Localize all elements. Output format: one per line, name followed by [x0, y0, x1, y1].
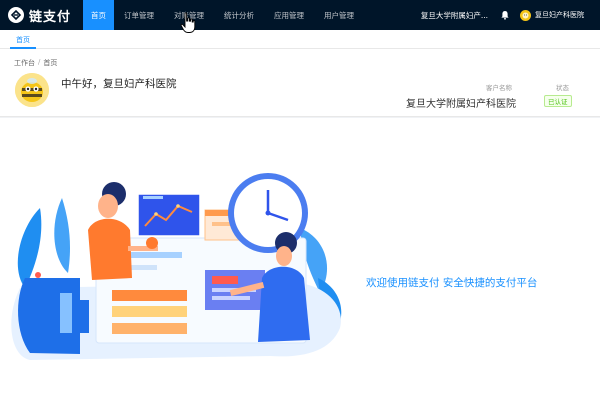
- logo[interactable]: 链支付: [0, 6, 80, 25]
- main-content: 欢迎使用链支付 安全快捷的支付平台: [0, 118, 600, 403]
- welcome-illustration: [11, 173, 342, 360]
- nav-right: 复旦大学附属妇产... 复旦妇产科医院: [421, 0, 600, 30]
- avatar: [15, 73, 49, 107]
- customer-name-label: 客户名称: [486, 84, 512, 92]
- breadcrumb-current: 首页: [43, 59, 58, 67]
- menu-item-users[interactable]: 用户管理: [314, 0, 364, 30]
- menu-item-statistics[interactable]: 统计分析: [214, 0, 264, 30]
- welcome-text: 欢迎使用链支付 安全快捷的支付平台: [366, 277, 538, 289]
- status-badge: 已认证: [544, 95, 572, 107]
- logo-icon: [8, 7, 24, 23]
- greeting: 中午好，复旦妇产科医院: [61, 78, 177, 90]
- tab-home[interactable]: 首页: [10, 33, 36, 49]
- tab-bar: 首页: [0, 30, 600, 49]
- menu-item-home[interactable]: 首页: [83, 0, 114, 30]
- page-header: 工作台 / 首页 中午好，复旦妇产科医院 客户名称 复旦大学附属妇产科医院 状态…: [0, 49, 600, 117]
- menu-item-apps[interactable]: 应用管理: [264, 0, 314, 30]
- org-switcher[interactable]: 复旦大学附属妇产...: [421, 10, 488, 21]
- logo-text: 链支付: [29, 9, 72, 25]
- user-name[interactable]: 复旦妇产科医院: [535, 10, 584, 20]
- breadcrumb-root[interactable]: 工作台: [14, 58, 35, 68]
- status-label: 状态: [556, 84, 569, 92]
- breadcrumb: 工作台 / 首页: [14, 58, 57, 68]
- top-navbar: 链支付 首页 订单管理 对账管理 统计分析 应用管理 用户管理 复旦大学附属妇产…: [0, 0, 600, 30]
- menu-item-orders[interactable]: 订单管理: [114, 0, 164, 30]
- bell-icon[interactable]: [500, 10, 510, 20]
- hand-cursor-icon: [180, 12, 196, 33]
- main-menu: 首页 订单管理 对账管理 统计分析 应用管理 用户管理: [83, 0, 364, 30]
- customer-name-value: 复旦大学附属妇产科医院: [406, 99, 516, 110]
- breadcrumb-separator: /: [38, 58, 41, 66]
- user-avatar[interactable]: [520, 9, 531, 21]
